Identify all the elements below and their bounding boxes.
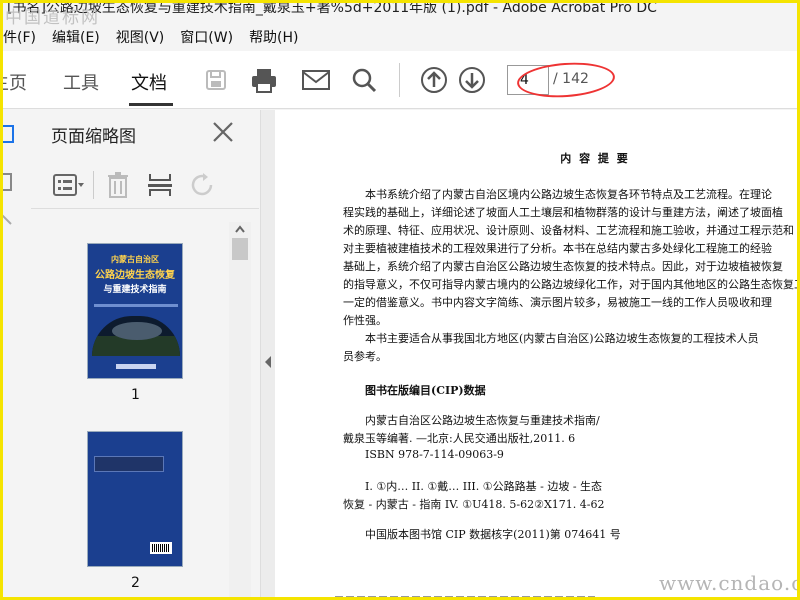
cover-title-sub: 与重建技术指南 bbox=[103, 285, 167, 295]
tab-home[interactable]: 主页 bbox=[3, 69, 27, 95]
cip-line: ISBN 978-7-114-09063-9 bbox=[365, 448, 504, 461]
app-window: [书名]公路边坡生态恢复与重建技术指南_戴泉玉+著%5d+2011年版 (1).… bbox=[0, 0, 800, 600]
summary-line: 程实践的基础上，详细论述了坡面人工土壤层和植物群落的设计与重建方法，阐述了坡面植 bbox=[343, 206, 783, 219]
page-thumbnails-icon[interactable] bbox=[3, 124, 17, 144]
menu-file[interactable]: 件(F) bbox=[3, 25, 44, 49]
summary-line: 的指导意义，不仅可指导内蒙古境内的公路边坡绿化工作，对于国内其他地区的公路生态恢… bbox=[343, 278, 800, 291]
email-icon[interactable] bbox=[301, 65, 331, 95]
panel-divider bbox=[31, 208, 259, 209]
save-icon[interactable] bbox=[201, 65, 231, 95]
cover-photo bbox=[92, 316, 180, 356]
menubar: 件(F) 编辑(E) 视图(V) 窗口(W) 帮助(H) bbox=[3, 25, 797, 49]
toolbar-divider bbox=[399, 63, 400, 97]
watermark-bottom-right: www.cndao.com bbox=[659, 571, 797, 595]
tab-tools[interactable]: 工具 bbox=[63, 69, 99, 95]
menu-view[interactable]: 视图(V) bbox=[108, 25, 173, 49]
menu-edit[interactable]: 编辑(E) bbox=[44, 25, 108, 49]
cip-line: 内蒙古自治区公路边坡生态恢复与重建技术指南/ bbox=[365, 414, 600, 427]
back-cover-label bbox=[94, 456, 164, 472]
toolbar: 主页 工具 文档 4 / 142 bbox=[3, 51, 797, 109]
summary-line: 术的原理、特征、应用状况、设计原则、设备材料、工艺流程和施工验收，并通过工程示范… bbox=[343, 224, 794, 237]
arrow-down-icon[interactable] bbox=[457, 65, 487, 95]
thumbnail-scrollbar[interactable] bbox=[229, 222, 251, 597]
thumbnail-page-number: 1 bbox=[131, 387, 140, 403]
cip-heading: 图书在版编目(CIP)数据 bbox=[365, 384, 486, 397]
cover-title-main: 公路边坡生态恢复 bbox=[95, 270, 175, 281]
attachments-icon[interactable] bbox=[3, 210, 17, 230]
collapse-panel-icon[interactable] bbox=[264, 356, 272, 368]
summary-line: 本书系统介绍了内蒙古自治区境内公路边坡生态恢复各环节特点及工艺流程。在理论 bbox=[365, 188, 772, 201]
scrollbar-thumb[interactable] bbox=[232, 238, 248, 260]
page-thumbnail-2[interactable] bbox=[87, 431, 183, 567]
window-title: [书名]公路边坡生态恢复与重建技术指南_戴泉玉+著%5d+2011年版 (1).… bbox=[7, 0, 657, 16]
barcode bbox=[150, 542, 172, 554]
cip-line: 中国版本图书馆 CIP 数据核字(2011)第 074641 号 bbox=[365, 528, 621, 541]
summary-line: 员参考。 bbox=[343, 350, 387, 363]
rotate-icon[interactable] bbox=[184, 170, 220, 200]
insert-page-icon[interactable] bbox=[142, 170, 178, 200]
delete-icon[interactable] bbox=[100, 170, 136, 200]
cip-line: 戴泉玉等编著. —北京:人民交通出版社,2011. 6 bbox=[343, 432, 576, 445]
summary-line: 一定的借鉴意义。书中内容文字简练、演示图片较多，易被施工一线的工作人员吸收和理 bbox=[343, 296, 772, 309]
menu-help[interactable]: 帮助(H) bbox=[241, 25, 306, 49]
cover-title-top: 内蒙古自治区 bbox=[111, 255, 159, 264]
cut-off-text-line bbox=[335, 596, 595, 597]
arrow-up-icon[interactable] bbox=[419, 65, 449, 95]
menu-window[interactable]: 窗口(W) bbox=[172, 25, 241, 49]
active-tab-indicator bbox=[129, 103, 173, 106]
left-icon-strip bbox=[3, 110, 21, 597]
summary-line: 作性强。 bbox=[343, 314, 387, 327]
cover-publisher bbox=[116, 364, 156, 369]
summary-line: 基础上，系统介绍了内蒙古自治区公路边坡生态恢复的技术特点。因此，对于边坡植被恢复 bbox=[343, 260, 783, 273]
tab-document[interactable]: 文档 bbox=[131, 69, 167, 95]
page-thumbnail-1[interactable]: 内蒙古自治区 公路边坡生态恢复 与重建技术指南 bbox=[87, 243, 183, 379]
close-icon[interactable] bbox=[211, 120, 235, 144]
thumbnail-options-icon[interactable] bbox=[51, 170, 87, 200]
summary-line: 本书主要适合从事我国北方地区(内蒙古自治区)公路边坡生态恢复的工程技术人员 bbox=[365, 332, 759, 345]
thumbnail-toolbar bbox=[51, 168, 226, 202]
cover-author-line bbox=[94, 304, 178, 307]
bookmarks-icon[interactable] bbox=[3, 172, 17, 192]
document-page: 内 容 提 要 本书系统介绍了内蒙古自治区境内公路边坡生态恢复各环节特点及工艺流… bbox=[275, 110, 800, 597]
print-icon[interactable] bbox=[249, 65, 279, 95]
panel-collapse-strip[interactable] bbox=[261, 110, 275, 597]
scroll-up-icon[interactable] bbox=[233, 224, 247, 234]
summary-line: 对主要植被建植技术的工程效果进行了分析。本书在总结内蒙古多处绿化工程施工的经验 bbox=[343, 242, 772, 255]
cip-line: I. ①内… II. ①戴… III. ①公路路基 - 边坡 - 生态 bbox=[365, 480, 603, 493]
doc-heading: 内 容 提 要 bbox=[560, 152, 630, 165]
thumbnail-page-number: 2 bbox=[131, 575, 140, 591]
search-icon[interactable] bbox=[349, 65, 379, 95]
cip-line: 恢复 - 内蒙古 - 指南 IV. ①U418. 5-62②X171. 4-62 bbox=[343, 498, 605, 511]
panel-title: 页面缩略图 bbox=[51, 127, 136, 147]
